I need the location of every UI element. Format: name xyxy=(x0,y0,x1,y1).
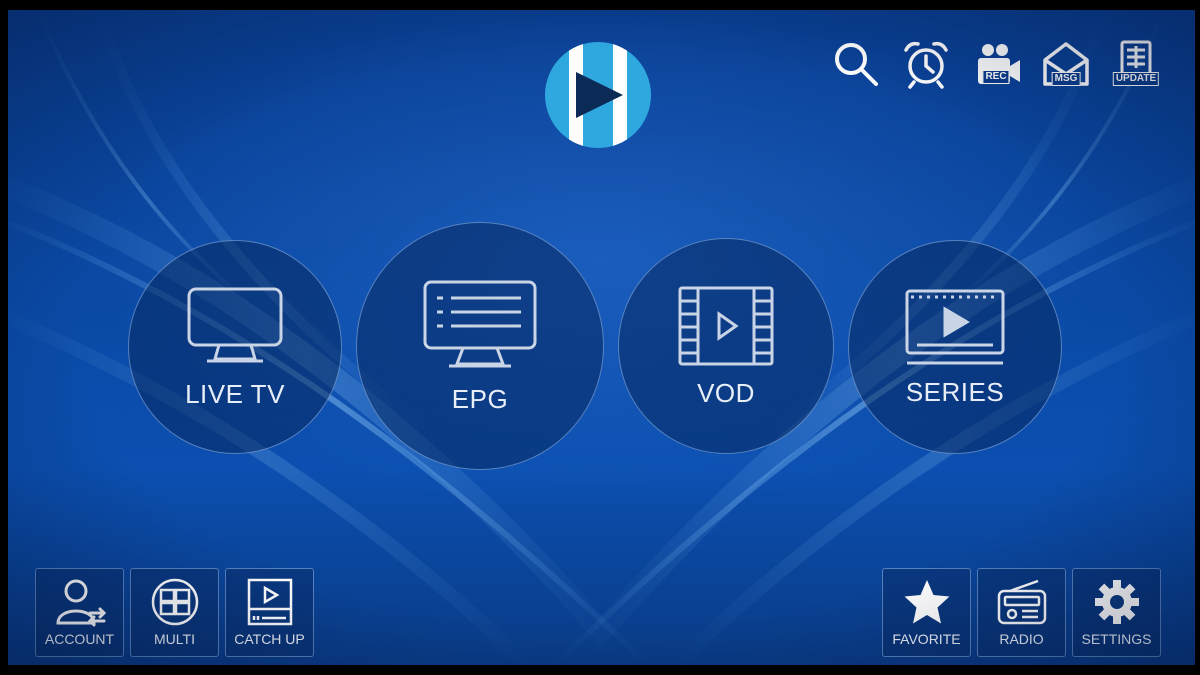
radio-label: RADIO xyxy=(999,631,1044,647)
film-icon xyxy=(678,286,774,365)
settings-button[interactable]: SETTINGS xyxy=(1072,568,1161,657)
favorite-button[interactable]: FAVORITE xyxy=(882,568,971,657)
radio-icon xyxy=(997,579,1046,625)
series-label: SERIES xyxy=(905,376,1005,407)
gear-icon xyxy=(1094,580,1139,624)
messages-button[interactable]: MSG xyxy=(1037,36,1095,92)
home-screen: REC MSG UPDATE LIVE TV EPG VOD SERIES AC… xyxy=(8,10,1195,665)
series-icon xyxy=(905,289,1005,364)
epg-label: EPG xyxy=(451,383,509,414)
catch-up-icon xyxy=(247,578,292,626)
update-button[interactable]: UPDATE xyxy=(1107,36,1165,92)
alarm-clock-icon xyxy=(904,41,948,89)
vod-label: VOD xyxy=(697,377,755,408)
record-button[interactable]: REC xyxy=(967,36,1025,92)
vod-button[interactable]: VOD xyxy=(618,238,834,454)
favorite-label: FAVORITE xyxy=(892,631,961,647)
settings-label: SETTINGS xyxy=(1081,631,1152,647)
series-button[interactable]: SERIES xyxy=(848,240,1062,454)
multi-screen-icon xyxy=(151,578,198,626)
app-logo xyxy=(545,42,651,148)
epg-button[interactable]: EPG xyxy=(356,222,604,470)
star-icon xyxy=(904,580,949,624)
record-tag: REC xyxy=(982,70,1010,84)
search-button[interactable] xyxy=(827,36,885,92)
alarm-button[interactable] xyxy=(897,36,955,92)
top-toolbar: REC MSG UPDATE xyxy=(827,36,1165,92)
epg-icon xyxy=(423,280,537,367)
catch-up-label: CATCH UP xyxy=(234,631,305,647)
tv-icon xyxy=(187,287,283,362)
account-icon xyxy=(55,579,106,627)
account-label: ACCOUNT xyxy=(44,631,115,647)
messages-tag: MSG xyxy=(1051,72,1081,86)
live-tv-label: LIVE TV xyxy=(185,378,285,409)
account-button[interactable]: ACCOUNT xyxy=(35,568,124,657)
multi-label: MULTI xyxy=(154,631,195,647)
search-icon xyxy=(835,43,878,86)
live-tv-button[interactable]: LIVE TV xyxy=(128,240,342,454)
multi-button[interactable]: MULTI xyxy=(130,568,219,657)
catch-up-button[interactable]: CATCH UP xyxy=(225,568,314,657)
update-tag: UPDATE xyxy=(1112,72,1160,86)
radio-button[interactable]: RADIO xyxy=(977,568,1066,657)
